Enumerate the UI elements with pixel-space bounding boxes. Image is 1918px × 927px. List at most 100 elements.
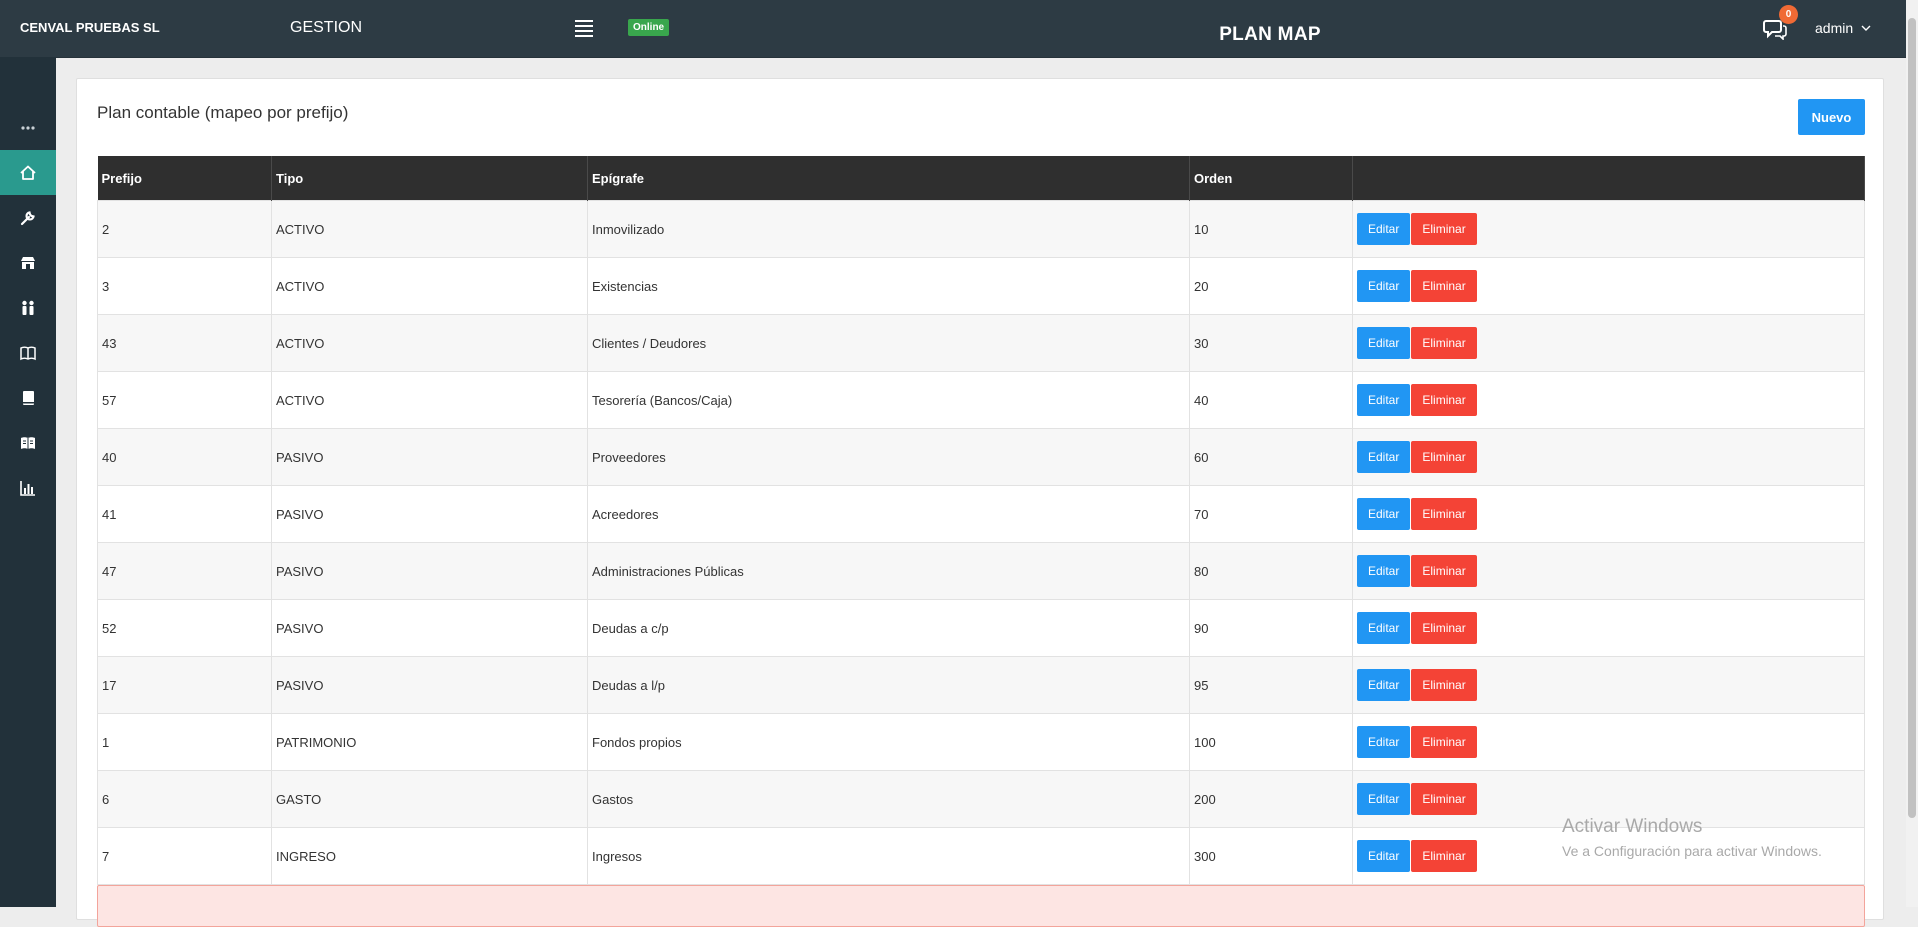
cell-prefijo: 6	[97, 770, 272, 828]
windows-activation-watermark: Activar Windows Ve a Configuración para …	[1562, 816, 1822, 859]
open-book-icon	[20, 346, 36, 360]
column-header-actions	[1352, 156, 1865, 201]
sidebar-item-home[interactable]	[0, 150, 56, 195]
delete-button[interactable]: Eliminar	[1411, 498, 1477, 530]
bar-chart-icon	[20, 480, 35, 496]
cell-actions: Editar Eliminar	[1352, 371, 1865, 429]
table-row: 47 PASIVO Administraciones Públicas 80 Edita…	[97, 542, 1865, 600]
top-navbar: CENVAL PRUEBAS SL GESTION Online PLAN MA…	[0, 0, 1918, 58]
cell-prefijo: 43	[97, 314, 272, 372]
edit-button[interactable]: Editar	[1357, 327, 1411, 359]
column-header-tipo[interactable]: Tipo	[271, 156, 588, 201]
delete-button[interactable]: Eliminar	[1411, 669, 1477, 701]
cell-prefijo: 3	[97, 257, 272, 315]
column-header-prefijo[interactable]: Prefijo	[97, 156, 272, 201]
sidebar-item-tools[interactable]	[0, 195, 56, 240]
company-name[interactable]: CENVAL PRUEBAS SL	[20, 20, 160, 35]
table-row: 43 ACTIVO Clientes / Deudores 30 Editar Elimi…	[97, 314, 1865, 372]
cell-epigrafe: Gastos	[587, 770, 1190, 828]
store-icon	[21, 256, 35, 269]
menu-toggle-icon[interactable]	[575, 20, 593, 37]
cell-tipo: ACTIVO	[271, 371, 588, 429]
edit-button[interactable]: Editar	[1357, 726, 1411, 758]
table-row: 41 PASIVO Acreedores 70 Editar Eliminar	[97, 485, 1865, 543]
table-row: 3 ACTIVO Existencias 20 Editar Eliminar	[97, 257, 1865, 315]
cell-actions: Editar Eliminar	[1352, 314, 1865, 372]
module-name[interactable]: GESTION	[290, 19, 362, 37]
cell-actions: Editar Eliminar	[1352, 257, 1865, 315]
new-button[interactable]: Nuevo	[1798, 99, 1865, 135]
edit-button[interactable]: Editar	[1357, 498, 1411, 530]
sidebar-item-more[interactable]	[0, 105, 56, 150]
edit-button[interactable]: Editar	[1357, 783, 1411, 815]
cell-epigrafe: Deudas a l/p	[587, 656, 1190, 714]
sidebar-item-journal[interactable]	[0, 330, 56, 375]
vertical-scrollbar[interactable]	[1906, 0, 1918, 907]
sidebar-item-store[interactable]	[0, 240, 56, 285]
table-row: 40 PASIVO Proveedores 60 Editar Eliminar	[97, 428, 1865, 486]
sidebar-item-users[interactable]	[0, 285, 56, 330]
cell-tipo: PASIVO	[271, 542, 588, 600]
cell-epigrafe: Deudas a c/p	[587, 599, 1190, 657]
table-row: 17 PASIVO Deudas a l/p 95 Editar Eliminar	[97, 656, 1865, 714]
edit-button[interactable]: Editar	[1357, 669, 1411, 701]
plan-panel: Plan contable (mapeo por prefijo) Nuevo …	[76, 78, 1884, 927]
table-header-row: Prefijo Tipo Epígrafe Orden	[97, 156, 1865, 201]
table-row: 1 PATRIMONIO Fondos propios 100 Editar Elimin…	[97, 713, 1865, 771]
delete-button[interactable]: Eliminar	[1411, 213, 1477, 245]
delete-button[interactable]: Eliminar	[1411, 441, 1477, 473]
cell-tipo: GASTO	[271, 770, 588, 828]
edit-button[interactable]: Editar	[1357, 840, 1411, 872]
cell-orden: 70	[1189, 485, 1353, 543]
cell-tipo: INGRESO	[271, 827, 588, 885]
delete-button[interactable]: Eliminar	[1411, 840, 1477, 872]
cell-tipo: PASIVO	[271, 656, 588, 714]
cell-prefijo: 47	[97, 542, 272, 600]
delete-button[interactable]: Eliminar	[1411, 555, 1477, 587]
table-row: 57 ACTIVO Tesorería (Bancos/Caja) 40 Editar E…	[97, 371, 1865, 429]
sidebar-item-reader[interactable]	[0, 420, 56, 465]
wrench-icon	[20, 210, 35, 225]
delete-button[interactable]: Eliminar	[1411, 612, 1477, 644]
cell-prefijo: 40	[97, 428, 272, 486]
cell-actions: Editar Eliminar	[1352, 200, 1865, 258]
cell-actions: Editar Eliminar	[1352, 542, 1865, 600]
edit-button[interactable]: Editar	[1357, 555, 1411, 587]
cell-orden: 30	[1189, 314, 1353, 372]
column-header-epigrafe[interactable]: Epígrafe	[587, 156, 1190, 201]
table-body: 2 ACTIVO Inmovilizado 10 Editar Eliminar 3 ACTI…	[97, 200, 1865, 885]
user-menu[interactable]: admin	[1815, 20, 1871, 36]
edit-button[interactable]: Editar	[1357, 213, 1411, 245]
delete-button[interactable]: Eliminar	[1411, 726, 1477, 758]
cell-prefijo: 41	[97, 485, 272, 543]
cell-actions: Editar Eliminar	[1352, 428, 1865, 486]
delete-button[interactable]: Eliminar	[1411, 783, 1477, 815]
cell-orden: 20	[1189, 257, 1353, 315]
cell-epigrafe: Inmovilizado	[587, 200, 1190, 258]
cell-epigrafe: Clientes / Deudores	[587, 314, 1190, 372]
home-icon	[20, 165, 36, 180]
cell-prefijo: 57	[97, 371, 272, 429]
watermark-subtitle: Ve a Configuración para activar Windows.	[1562, 843, 1822, 859]
scrollbar-thumb[interactable]	[1908, 18, 1916, 818]
cell-orden: 10	[1189, 200, 1353, 258]
cell-tipo: ACTIVO	[271, 314, 588, 372]
reader-icon	[21, 436, 35, 449]
cell-epigrafe: Ingresos	[587, 827, 1190, 885]
delete-button[interactable]: Eliminar	[1411, 327, 1477, 359]
cell-tipo: PASIVO	[271, 428, 588, 486]
edit-button[interactable]: Editar	[1357, 441, 1411, 473]
column-header-orden[interactable]: Orden	[1189, 156, 1353, 201]
sidebar-item-ledger[interactable]	[0, 375, 56, 420]
cell-epigrafe: Administraciones Públicas	[587, 542, 1190, 600]
sidebar-item-reports[interactable]	[0, 465, 56, 510]
cell-prefijo: 52	[97, 599, 272, 657]
edit-button[interactable]: Editar	[1357, 384, 1411, 416]
cell-epigrafe: Acreedores	[587, 485, 1190, 543]
edit-button[interactable]: Editar	[1357, 612, 1411, 644]
edit-button[interactable]: Editar	[1357, 270, 1411, 302]
delete-button[interactable]: Eliminar	[1411, 384, 1477, 416]
delete-button[interactable]: Eliminar	[1411, 270, 1477, 302]
cell-prefijo: 1	[97, 713, 272, 771]
table-row: 52 PASIVO Deudas a c/p 90 Editar Eliminar	[97, 599, 1865, 657]
